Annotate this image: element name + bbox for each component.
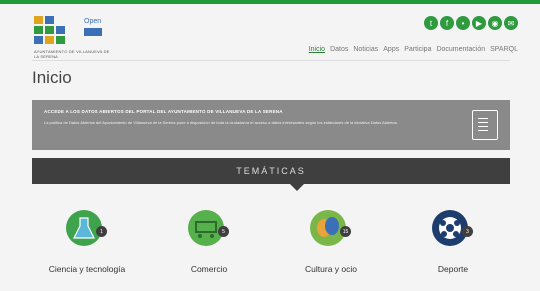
category-ciencia[interactable]: 1 Ciencia y tecnología: [32, 202, 142, 282]
youtube-icon[interactable]: ▶: [472, 16, 486, 30]
category-label: Cultura y ocio: [305, 264, 357, 274]
main-nav: Inicio Datos Noticias Apps Participa Doc…: [309, 46, 518, 53]
page-title: Inicio: [32, 68, 72, 87]
tematicas-arrow: [290, 184, 304, 191]
nav-item-sparql[interactable]: SPARQL: [490, 46, 518, 53]
logo-subtitle: AYUNTAMIENTO DE VILLANUEVA DE LA SERENA: [34, 49, 110, 59]
category-deporte[interactable]: 3 Deporte: [398, 202, 508, 282]
social-links: t f • ▶ ◉ ✉: [424, 16, 518, 30]
twitter-icon[interactable]: t: [424, 16, 438, 30]
nav-item-participa[interactable]: Participa: [404, 46, 431, 53]
rss-icon[interactable]: ◉: [488, 16, 502, 30]
category-list: 1 Ciencia y tecnología 5 Comercio 15 Cul…: [32, 202, 510, 282]
category-count-badge: 3: [462, 226, 473, 237]
logo-data-box: [84, 28, 102, 36]
document-icon: [472, 110, 498, 140]
nav-item-noticias[interactable]: Noticias: [353, 46, 378, 53]
nav-item-inicio[interactable]: Inicio: [309, 46, 325, 53]
category-count-badge: 1: [96, 226, 107, 237]
category-count-badge: 15: [340, 226, 351, 237]
nav-item-documentacion[interactable]: Documentación: [436, 46, 485, 53]
banner-heading: ACCEDE A LOS DATOS ABIERTOS DEL PORTAL D…: [44, 109, 283, 114]
header-divider: [32, 60, 510, 61]
logo-open-text: Open: [84, 18, 102, 25]
category-comercio[interactable]: 5 Comercio: [154, 202, 264, 282]
category-label: Deporte: [437, 264, 469, 274]
facebook-icon[interactable]: f: [440, 16, 454, 30]
site-logo[interactable]: Open AYUNTAMIENTO DE VILLANUEVA DE LA SE…: [34, 16, 114, 59]
flickr-icon[interactable]: •: [456, 16, 470, 30]
tematicas-bar: TEMÁTICAS: [32, 158, 510, 191]
nav-item-datos[interactable]: Datos: [330, 46, 348, 53]
category-label: Comercio: [190, 264, 228, 274]
category-cultura[interactable]: 15 Cultura y ocio: [276, 202, 386, 282]
category-label: Ciencia y tecnología: [48, 264, 126, 274]
page: Open AYUNTAMIENTO DE VILLANUEVA DE LA SE…: [0, 4, 540, 291]
email-icon[interactable]: ✉: [504, 16, 518, 30]
intro-banner: ACCEDE A LOS DATOS ABIERTOS DEL PORTAL D…: [32, 100, 510, 150]
category-count-badge: 5: [218, 226, 229, 237]
nav-item-apps[interactable]: Apps: [383, 46, 399, 53]
banner-body: La política de Datos Abiertos del Ayunta…: [44, 120, 398, 125]
tematicas-label: TEMÁTICAS: [236, 166, 306, 176]
